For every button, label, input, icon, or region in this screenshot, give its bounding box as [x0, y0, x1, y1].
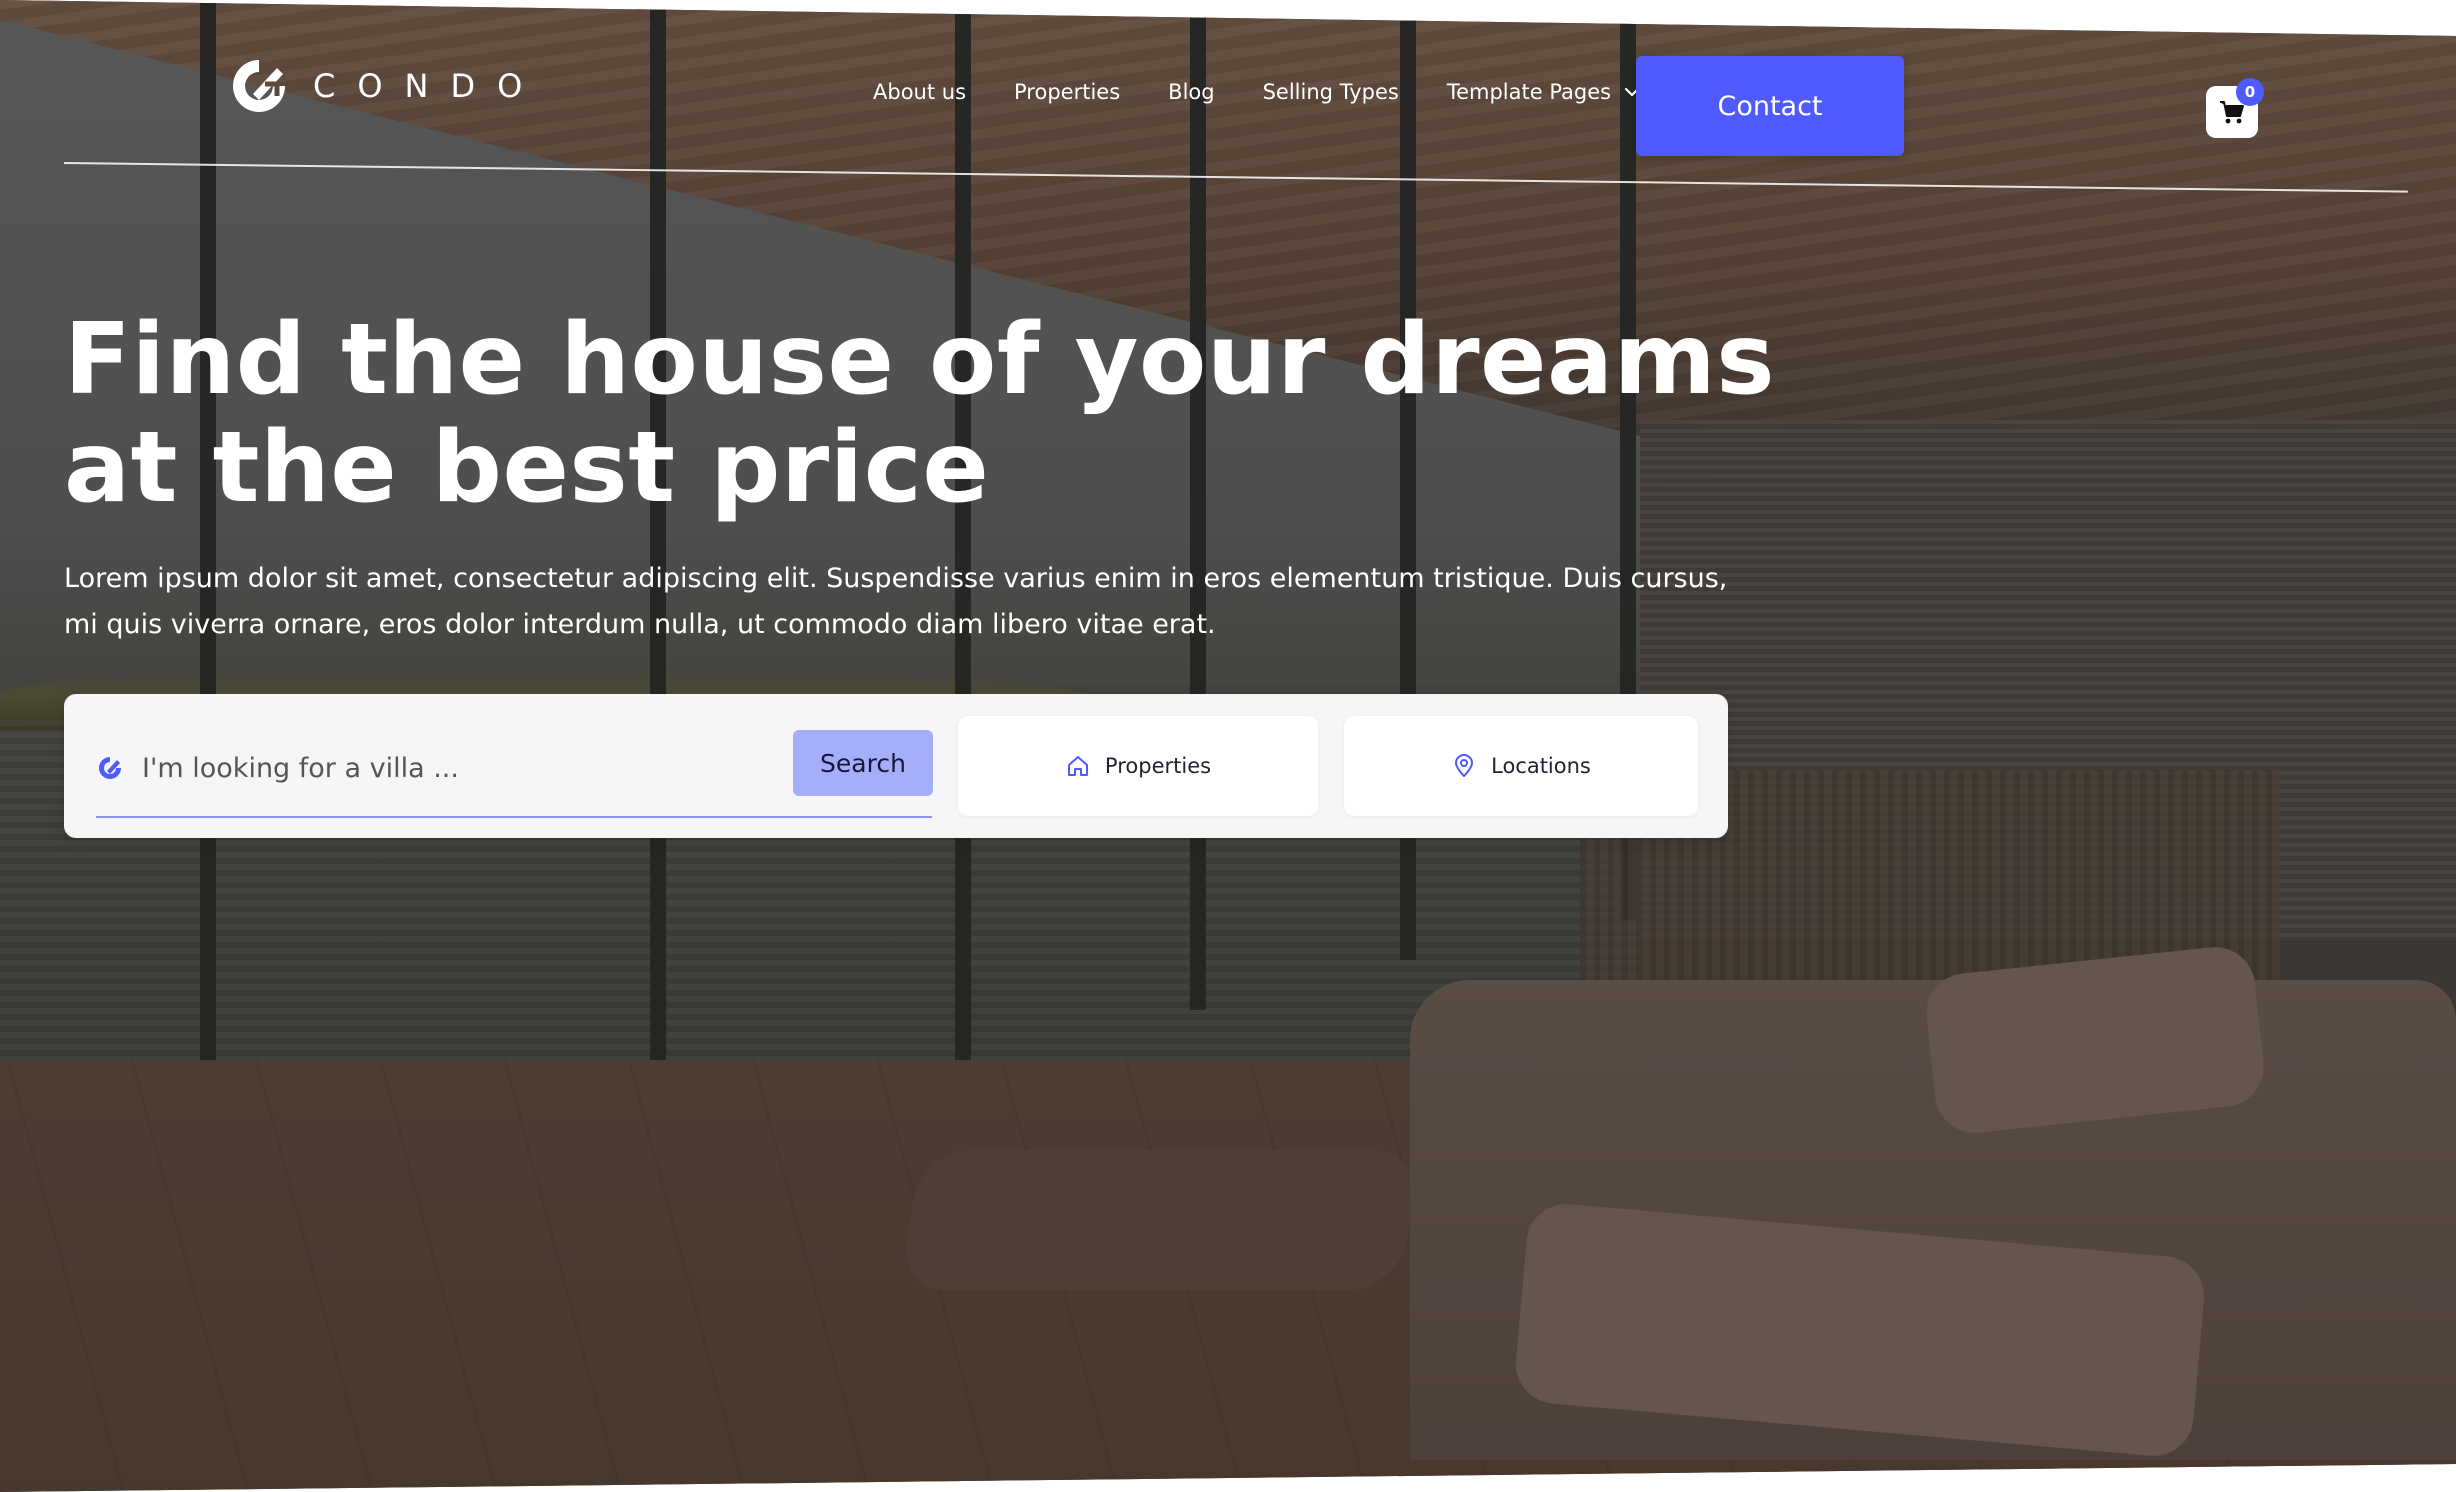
contact-button[interactable]: Contact — [1636, 56, 1904, 156]
nav-template-pages-label: Template Pages — [1446, 80, 1612, 104]
nav-blog[interactable]: Blog — [1168, 80, 1214, 104]
nav-about-us[interactable]: About us — [873, 80, 966, 104]
brand-name: CONDO — [313, 67, 545, 105]
main-nav: About us Properties Blog Selling Types T… — [873, 80, 1641, 104]
hero-title: Find the house of your dreams at the bes… — [64, 303, 1776, 525]
search-button[interactable]: Search — [793, 730, 933, 796]
home-icon — [1067, 756, 1088, 776]
cart-count-badge: 0 — [2236, 78, 2264, 106]
locations-filter-label: Locations — [1491, 754, 1591, 778]
properties-filter-label: Properties — [1104, 754, 1212, 778]
brand-logo[interactable]: CONDO — [227, 54, 544, 118]
hero-subtitle: Lorem ipsum dolor sit amet, consectetur … — [64, 563, 1728, 640]
locations-filter-button[interactable]: Locations — [1344, 716, 1698, 816]
search-logo-icon — [99, 757, 121, 779]
search-input[interactable] — [140, 746, 784, 790]
hero-section: CONDO About us Properties Blog Selling T… — [0, 0, 2456, 1492]
location-pin-icon — [1455, 754, 1474, 777]
nav-selling-types[interactable]: Selling Types — [1263, 80, 1399, 104]
properties-filter-button[interactable]: Properties — [958, 716, 1318, 816]
condo-logo-icon — [233, 60, 285, 112]
nav-properties[interactable]: Properties — [1014, 80, 1120, 104]
nav-template-pages-dropdown[interactable]: Template Pages — [1447, 80, 1641, 104]
